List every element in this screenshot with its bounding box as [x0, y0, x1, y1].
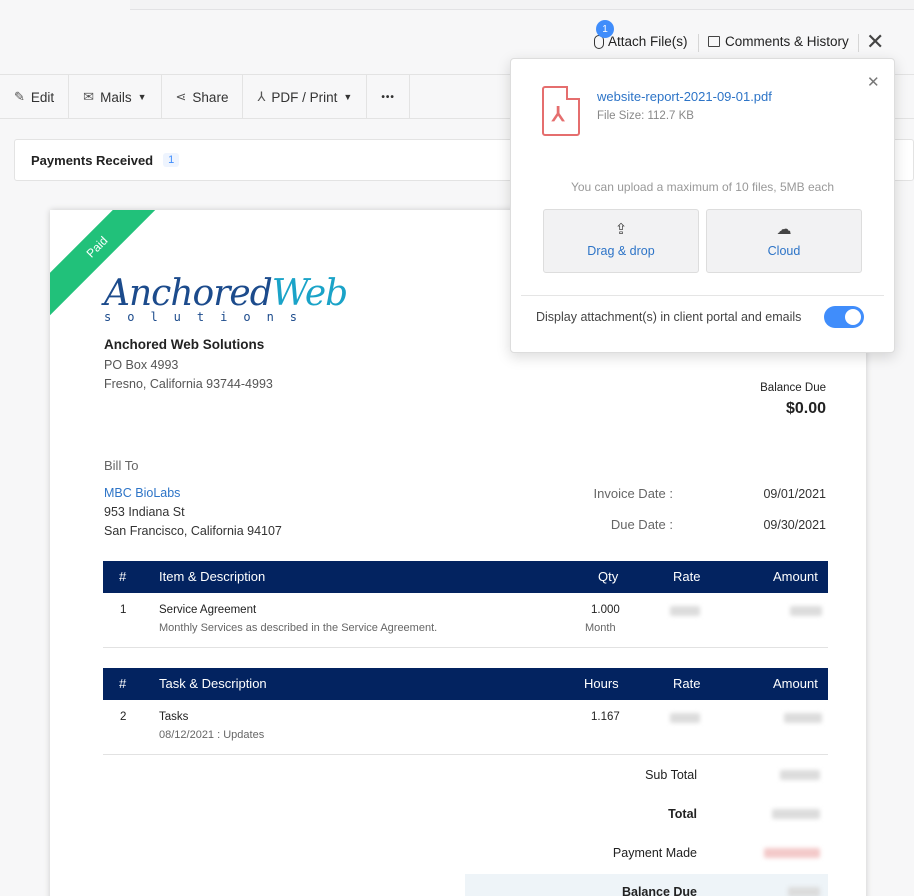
share-button[interactable]: ⋖ Share	[162, 75, 244, 119]
caret-down-icon: ▼	[343, 92, 353, 102]
cloud-upload-button[interactable]: ☁ Cloud	[706, 209, 862, 273]
divider	[521, 295, 884, 296]
edit-label: Edit	[30, 89, 55, 105]
more-icon: •••	[381, 91, 395, 103]
client-name-link[interactable]: MBC BioLabs	[104, 486, 180, 500]
comments-history-label: Comments & History	[725, 34, 849, 49]
due-date-value: 09/30/2021	[763, 518, 826, 532]
attachment-file-name[interactable]: website-report-2021-09-01.pdf	[597, 89, 772, 104]
client-address-line2: San Francisco, California 94107	[104, 524, 282, 538]
cloud-icon: ☁	[776, 221, 792, 238]
payment-made-label: Payment Made	[612, 846, 697, 860]
pdf-print-label: PDF / Print	[271, 89, 338, 105]
blurred-rate	[670, 713, 700, 723]
mail-icon: ✉	[83, 89, 95, 104]
share-label: Share	[192, 89, 229, 105]
mails-button[interactable]: ✉ Mails ▼	[69, 75, 162, 119]
close-icon[interactable]: ✕	[866, 30, 884, 54]
subtotal-label: Sub Total	[645, 768, 697, 782]
more-options-button[interactable]: •••	[367, 75, 410, 119]
attachments-popover: ✕ ⅄ website-report-2021-09-01.pdf File S…	[510, 58, 895, 353]
org-address-line1: PO Box 4993	[104, 358, 179, 372]
mails-label: Mails	[100, 89, 132, 105]
org-address-line2: Fresno, California 93744-4993	[104, 377, 273, 391]
attachment-file-size: File Size: 112.7 KB	[597, 110, 694, 122]
bill-to-label: Bill To	[104, 458, 139, 473]
share-icon: ⋖	[175, 89, 187, 104]
divider	[103, 647, 828, 648]
invoice-date-label: Invoice Date :	[593, 486, 674, 501]
upload-limit-text: You can upload a maximum of 10 files, 5M…	[570, 180, 835, 194]
pdf-file-icon: ⅄	[542, 86, 580, 136]
attach-files-label: Attach File(s)	[608, 34, 688, 49]
top-strip	[130, 0, 914, 10]
total-label: Total	[668, 807, 697, 821]
company-logo: AnchoredWeb solutions	[104, 273, 348, 325]
upload-icon: ⇪	[614, 221, 628, 238]
payments-count-badge: 1	[163, 153, 180, 167]
blurred-amount	[790, 606, 822, 616]
org-name: Anchored Web Solutions	[104, 337, 265, 352]
comments-history-button[interactable]: Comments & History	[708, 34, 849, 49]
balance-due-label: Balance Due	[760, 382, 826, 394]
divider	[103, 754, 828, 755]
invoice-date-value: 09/01/2021	[763, 487, 826, 501]
client-address-line1: 953 Indiana St	[104, 505, 185, 519]
pencil-icon: ✎	[14, 89, 25, 104]
blurred-total	[772, 809, 820, 819]
comment-icon	[708, 36, 720, 47]
divider	[858, 34, 859, 52]
payments-received-label: Payments Received	[31, 152, 154, 168]
edit-button[interactable]: ✎ Edit	[0, 75, 70, 119]
attachment-count-badge: 1	[596, 20, 614, 38]
blurred-rate	[670, 606, 700, 616]
blurred-payment-made	[764, 848, 820, 858]
balance-due-bottom-label: Balance Due	[621, 885, 697, 896]
attach-files-button[interactable]: 1 Attach File(s)	[594, 20, 688, 49]
blurred-subtotal	[780, 770, 820, 780]
items-table-header: # Item & Description Qty Rate Amount	[103, 561, 828, 593]
blurred-amount	[784, 713, 822, 723]
drag-drop-button[interactable]: ⇪ Drag & drop	[543, 209, 699, 273]
tasks-table-header: # Task & Description Hours Rate Amount	[103, 668, 828, 700]
display-attachments-toggle[interactable]	[824, 306, 864, 328]
blurred-balance	[788, 887, 820, 896]
due-date-label: Due Date :	[610, 517, 673, 532]
divider	[698, 34, 699, 52]
display-attachments-label: Display attachment(s) in client portal a…	[536, 310, 802, 324]
balance-due-value: $0.00	[785, 400, 826, 417]
close-icon[interactable]: ✕	[867, 73, 880, 91]
caret-down-icon: ▼	[137, 92, 147, 102]
toggle-knob	[845, 309, 861, 325]
pdf-print-button[interactable]: ⅄ PDF / Print ▼	[243, 75, 368, 119]
pdf-icon: ⅄	[257, 89, 266, 104]
